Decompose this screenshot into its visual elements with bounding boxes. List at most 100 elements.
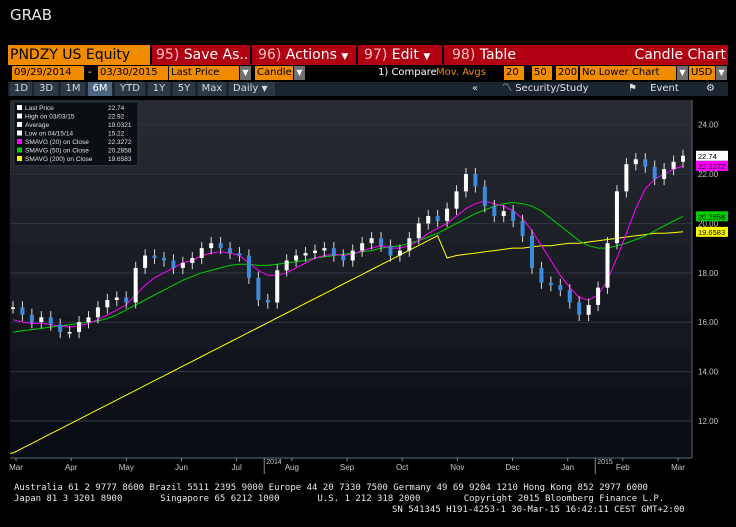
- candle-body: [322, 248, 327, 251]
- chart-type-title: Candle Chart: [634, 47, 726, 63]
- y-tick-label: 18.00: [698, 269, 719, 278]
- event-button[interactable]: ⚑ Event: [628, 82, 679, 96]
- candle-body: [171, 260, 176, 268]
- plot-background-band: [10, 243, 692, 280]
- candle-body: [105, 299, 110, 308]
- candle-body: [397, 250, 402, 256]
- last-value-tag-label: 19.6583: [698, 228, 725, 237]
- period-5y[interactable]: 5Y: [173, 82, 195, 96]
- plot-background-band: [10, 350, 692, 388]
- legend-label: SMAVG (200) on Close: [25, 156, 93, 163]
- edit-button[interactable]: 97) Edit ▼: [364, 45, 430, 65]
- legend-swatch: [17, 156, 22, 161]
- year-label: 2014: [266, 459, 282, 466]
- candle-body: [265, 299, 270, 303]
- y-tick-label: 14.00: [698, 368, 719, 377]
- chevron-down-icon[interactable]: ▼: [677, 66, 688, 80]
- event-label: Event: [650, 83, 679, 94]
- table-button[interactable]: 98) Table: [452, 45, 516, 65]
- gear-icon[interactable]: ⚙: [706, 82, 715, 96]
- candle-body: [152, 255, 157, 259]
- x-tick-label: Nov: [450, 463, 464, 472]
- toolbar-divider: [150, 45, 152, 65]
- date-range-dash: -: [88, 67, 92, 78]
- candle-body: [369, 238, 374, 244]
- security-study-button[interactable]: 〽 Security/Study: [502, 82, 589, 96]
- compare-value[interactable]: Mov. Avgs: [436, 66, 486, 80]
- price-chart[interactable]: 12.00 14.00 16.00 18.00 20.00 22.00 24.00 Mar Ap…: [8, 98, 730, 476]
- ma2-input[interactable]: 50: [532, 66, 552, 80]
- x-tick-label: May: [119, 463, 134, 472]
- candle-body: [237, 253, 242, 256]
- candle-body: [671, 161, 676, 170]
- legend-label: Average: [25, 122, 49, 129]
- candle-body: [284, 260, 289, 271]
- price-field-select[interactable]: Last Price: [169, 66, 239, 80]
- candle-body: [567, 290, 572, 303]
- chevron-down-icon[interactable]: ▼: [294, 66, 305, 80]
- period-ytd[interactable]: YTD: [115, 82, 145, 96]
- candle-body: [218, 243, 223, 249]
- legend-swatch: [17, 130, 22, 136]
- ma3-input[interactable]: 200: [556, 66, 578, 80]
- candle-body: [39, 317, 44, 323]
- footer-session-info: SN 541345 H191-4253-1 30-Mar-15 16:42:11…: [392, 505, 685, 515]
- candle-body: [133, 267, 138, 303]
- ma1-input[interactable]: 20: [504, 66, 524, 80]
- legend-value: 19.6583: [108, 156, 132, 163]
- start-date-input[interactable]: 09/29/2014: [12, 66, 84, 80]
- chart-style-select[interactable]: Candle: [255, 66, 293, 80]
- candle-body: [180, 262, 185, 268]
- compare-label[interactable]: 1) Compare: [378, 66, 437, 80]
- actions-button[interactable]: 96) Actions ▼: [258, 45, 348, 65]
- chevron-down-icon[interactable]: ▼: [716, 66, 727, 80]
- candle-body: [520, 220, 525, 236]
- lower-chart-select[interactable]: No Lower Chart: [580, 66, 676, 80]
- candle-body: [246, 255, 251, 278]
- candle-body: [312, 250, 317, 254]
- candle-body: [530, 235, 535, 268]
- toolbar-divider: [442, 45, 444, 65]
- period-6m[interactable]: 6M: [88, 82, 112, 96]
- legend-swatch: [17, 113, 22, 119]
- y-tick-label: 16.00: [698, 318, 719, 327]
- chevron-down-icon[interactable]: ▼: [240, 66, 251, 80]
- candle-body: [95, 307, 100, 318]
- legend-label: Low on 04/15/14: [25, 131, 73, 138]
- actions-number: 96): [258, 47, 282, 63]
- save-as-button[interactable]: 95) Save As...: [156, 45, 253, 65]
- year-label: 2015: [597, 459, 613, 466]
- candle-body: [161, 258, 166, 261]
- save-as-label: Save As...: [183, 47, 253, 63]
- end-date-input[interactable]: 03/30/2015: [98, 66, 168, 80]
- actions-label: Actions: [285, 47, 337, 63]
- candle-body: [463, 174, 468, 192]
- candle-body: [228, 248, 233, 254]
- candle-body: [11, 307, 15, 309]
- currency-select[interactable]: USD: [689, 66, 715, 80]
- x-tick-label: Mar: [671, 463, 685, 472]
- candle-body: [124, 297, 129, 303]
- plot-background-band: [10, 422, 692, 459]
- table-label: Table: [479, 47, 516, 63]
- chevron-down-icon: ▼: [423, 52, 431, 62]
- candle-body: [539, 267, 544, 283]
- candle-body: [445, 208, 450, 221]
- period-1m[interactable]: 1M: [61, 82, 85, 96]
- candle-body: [199, 248, 204, 259]
- frequency-select[interactable]: Daily ▼: [229, 82, 275, 96]
- period-1y[interactable]: 1Y: [148, 82, 170, 96]
- candle-body: [86, 317, 91, 323]
- x-tick-label: Mar: [9, 463, 23, 472]
- chart-settings-bar: 09/29/2014 - 03/30/2015 Last Price ▼ Can…: [8, 66, 728, 80]
- candle-body: [511, 211, 516, 221]
- period-max[interactable]: Max: [198, 82, 226, 96]
- security-study-label: Security/Study: [515, 83, 589, 94]
- plot-background-band: [10, 171, 692, 209]
- legend-value: 22.74: [108, 105, 125, 112]
- period-3d[interactable]: 3D: [34, 82, 58, 96]
- ticker-field[interactable]: PNDZY US Equity: [8, 45, 150, 65]
- nav-back-button[interactable]: «: [472, 82, 478, 96]
- flag-icon: ⚑: [628, 83, 637, 94]
- period-1d[interactable]: 1D: [10, 82, 32, 96]
